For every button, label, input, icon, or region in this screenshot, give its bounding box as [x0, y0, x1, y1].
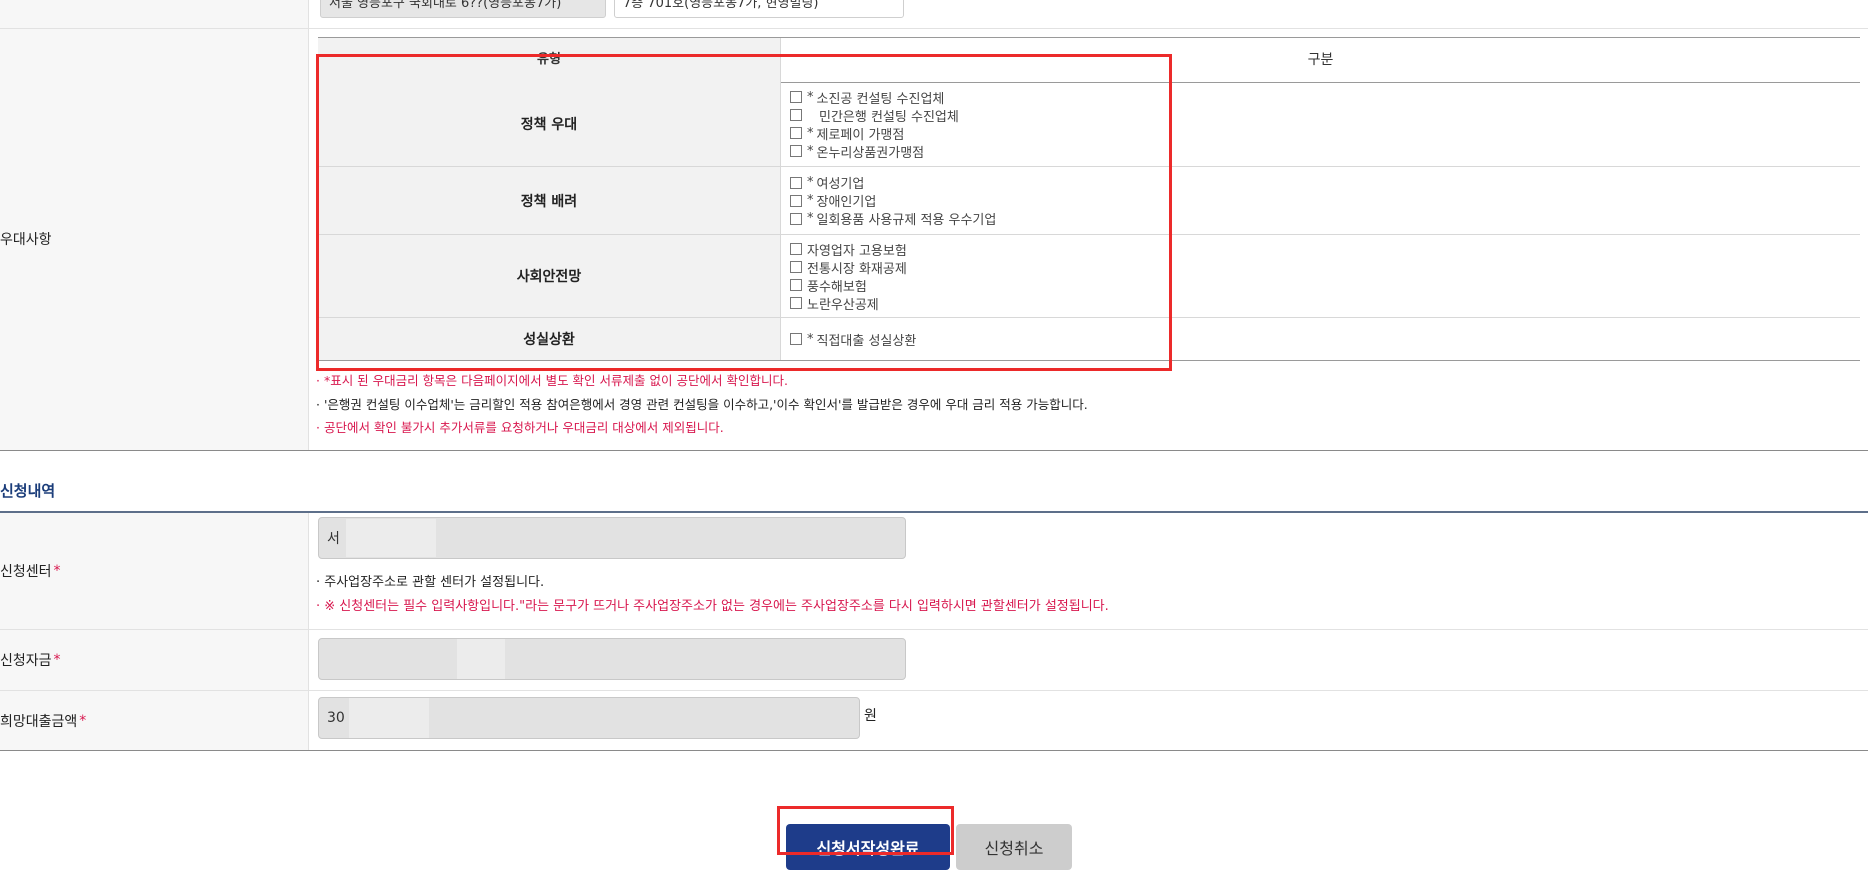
fund-label-cell: 신청자금 *: [0, 630, 309, 690]
group-name: 성실상환: [318, 318, 781, 360]
center-hint: · 주사업장주소로 관할 센터가 설정됩니다.: [316, 575, 545, 590]
group-options: * 직접대출 성실상환: [790, 318, 916, 360]
amount-label: 희망대출금액: [0, 713, 78, 730]
option-disabled-business[interactable]: * 장애인기업: [790, 192, 996, 210]
form-row-fund: 신청자금 *: [0, 630, 1868, 691]
group-options: * 소진공 컨설팅 수진업체 민간은행 컨설팅 수진업체 * 제로페이 가맹점 * 온…: [790, 82, 959, 166]
checkbox[interactable]: [790, 194, 802, 207]
address-label-cell: [0, 0, 309, 28]
option-employment-insurance[interactable]: 자영업자 고용보험: [790, 240, 907, 259]
group-name: 정책 우대: [318, 82, 781, 166]
note-extra-documents: · 공단에서 확인 불가시 추가서류를 요청하거나 우대금리 대상에서 제외됩니…: [316, 420, 724, 435]
checkbox[interactable]: [790, 212, 802, 225]
required-mark: *: [53, 652, 61, 668]
section-title-application: 신청내역: [0, 482, 56, 500]
checkbox[interactable]: [790, 109, 802, 121]
option-direct-loan-repayment[interactable]: * 직접대출 성실상환: [790, 330, 916, 349]
option-market-fire-mutual[interactable]: 전통시장 화재공제: [790, 258, 907, 277]
group-name: 사회안전망: [318, 235, 781, 317]
option-onnuri[interactable]: * 온누리상품권가맹점: [790, 142, 959, 161]
required-mark: *: [53, 563, 61, 579]
option-zeropay[interactable]: * 제로페이 가맹점: [790, 124, 959, 143]
group-row-faithful-repayment: 성실상환 * 직접대출 성실상환: [318, 318, 1860, 361]
checkbox[interactable]: [790, 243, 802, 255]
amount-label-cell: 희망대출금액 *: [0, 691, 309, 750]
road-address-input[interactable]: 서울 영등포구 국회대로 6??(영등포동7가): [320, 0, 606, 18]
center-label-cell: 신청센터 *: [0, 513, 309, 629]
header-type: 유형: [318, 38, 781, 82]
checkbox[interactable]: [790, 127, 802, 139]
checkbox[interactable]: [790, 333, 802, 345]
detail-address-input[interactable]: 7층 701호(영등포동7가, 현영빌딩): [614, 0, 904, 18]
checkbox[interactable]: [790, 297, 802, 309]
option-women-business[interactable]: * 여성기업: [790, 174, 996, 192]
fund-label: 신청자금: [0, 653, 52, 669]
submit-application-button[interactable]: 신청서작성완료: [786, 824, 950, 870]
fund-select[interactable]: [318, 638, 906, 680]
group-options: * 여성기업 * 장애인기업 * 일회용품 사용규제 적용 우수기업: [790, 167, 996, 234]
amount-input[interactable]: 30: [318, 697, 860, 739]
center-warning: · ※ 신청센터는 필수 입력사항입니다."라는 문구가 뜨거나 주사업장주소가…: [316, 599, 1109, 614]
checkbox[interactable]: [790, 176, 802, 189]
preference-label: 우대사항: [0, 232, 52, 248]
option-private-bank-consulting[interactable]: 민간은행 컨설팅 수진업체: [790, 106, 959, 125]
preference-table-header: 유형 구분: [318, 37, 1860, 83]
group-name: 정책 배려: [318, 167, 781, 234]
form-bottom-divider: [0, 750, 1868, 751]
option-disposable-regulation[interactable]: * 일회용품 사용규제 적용 우수기업: [790, 210, 996, 228]
checkbox[interactable]: [790, 279, 802, 291]
required-mark: *: [79, 712, 87, 729]
masked-region: [348, 698, 429, 738]
amount-unit: 원: [864, 708, 877, 724]
group-row-social-safety-net: 사회안전망 자영업자 고용보험 전통시장 화재공제 풍수해보험 노란우산공제: [318, 235, 1860, 318]
note-bank-consulting: · '은행권 컨설팅 이수업체'는 금리할인 적용 참여은행에서 경영 관련 컨…: [316, 397, 1088, 412]
option-storm-flood-insurance[interactable]: 풍수해보험: [790, 276, 907, 295]
form-row-amount: 희망대출금액 * 30 원: [0, 691, 1868, 750]
group-row-policy-preference: 정책 우대 * 소진공 컨설팅 수진업체 민간은행 컨설팅 수진업체 * 제로페이 …: [318, 82, 1860, 167]
center-input[interactable]: 서: [318, 517, 906, 559]
cancel-application-button[interactable]: 신청취소: [956, 824, 1072, 870]
center-label: 신청센터: [0, 564, 52, 580]
checkbox[interactable]: [790, 145, 802, 157]
masked-region: [457, 639, 505, 679]
group-options: 자영업자 고용보험 전통시장 화재공제 풍수해보험 노란우산공제: [790, 235, 907, 317]
header-category: 구분: [1307, 52, 1334, 68]
checkbox[interactable]: [790, 261, 802, 273]
checkbox[interactable]: [790, 91, 802, 103]
option-yellow-umbrella[interactable]: 노란우산공제: [790, 294, 907, 313]
group-row-policy-consideration: 정책 배려 * 여성기업 * 장애인기업 * 일회용품 사용규제 적용 우수기업: [318, 167, 1860, 235]
option-sojingong-consulting[interactable]: * 소진공 컨설팅 수진업체: [790, 88, 959, 107]
note-star-items: · *표시 된 우대금리 항목은 다음페이지에서 별도 확인 서류제출 없이 공…: [316, 373, 788, 388]
masked-region: [345, 519, 436, 557]
address-row: 서울 영등포구 국회대로 6??(영등포동7가) 7층 701호(영등포동7가,…: [0, 0, 1868, 29]
form-row-center: 신청센터 * 서 · 주사업장주소로 관할 센터가 설정됩니다. · ※ 신청센터…: [0, 513, 1868, 630]
